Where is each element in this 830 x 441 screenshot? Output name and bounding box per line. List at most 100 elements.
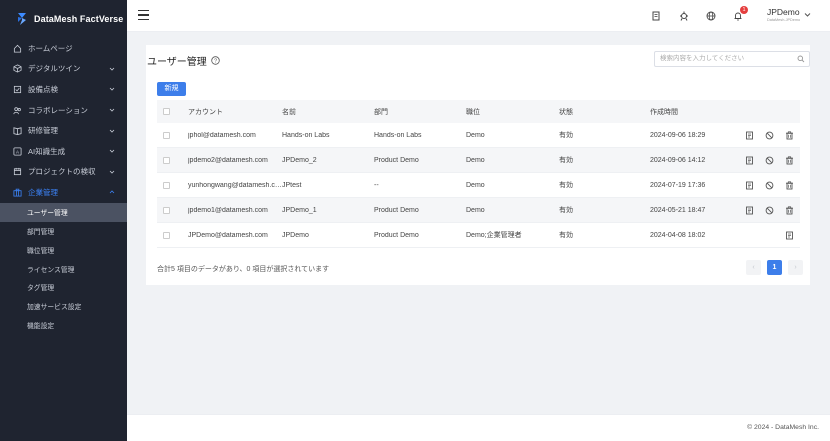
disable-icon[interactable] bbox=[765, 181, 774, 190]
select-all-checkbox[interactable] bbox=[163, 108, 170, 115]
header-checkbox-cell bbox=[157, 108, 188, 115]
edit-icon[interactable] bbox=[745, 156, 754, 165]
page-1-button[interactable]: 1 bbox=[767, 260, 782, 275]
delete-icon[interactable] bbox=[785, 155, 794, 165]
row-checkbox[interactable] bbox=[163, 206, 170, 214]
cell-name: Hands-on Labs bbox=[282, 131, 330, 139]
sidebar-item-1[interactable]: ホームページ bbox=[0, 38, 127, 59]
ai-icon: A bbox=[12, 146, 22, 156]
submenu-item-1[interactable]: ユーザー管理 bbox=[0, 202, 127, 222]
submenu-item-4[interactable]: ライセンス管理 bbox=[0, 259, 127, 278]
submenu-item-6[interactable]: 加速サービス設定 bbox=[0, 297, 127, 316]
sidebar-item-label: ホームページ bbox=[28, 43, 73, 53]
chevron-down-icon bbox=[109, 170, 115, 174]
menu-toggle-icon[interactable] bbox=[138, 10, 149, 20]
search-icon[interactable] bbox=[797, 55, 805, 63]
top-header: 1 JPDemo DataMesh-JPDemo bbox=[127, 0, 830, 32]
sidebar-submenu: ユーザー管理 部門管理 職位管理 ライセンス管理 タグ管理 加速サービス設定 機能設定 bbox=[0, 202, 127, 335]
help-icon[interactable]: ? bbox=[211, 56, 220, 65]
row-checkbox[interactable] bbox=[163, 181, 170, 189]
new-user-button[interactable]: 新規 bbox=[157, 82, 186, 96]
table-row: jphol@datamesh.com Hands-on Labs Hands-on … bbox=[157, 123, 800, 148]
row-checkbox-cell bbox=[157, 206, 188, 214]
svg-text:?: ? bbox=[214, 59, 217, 65]
sidebar-item-7[interactable]: プロジェクトの検収 bbox=[0, 162, 127, 183]
user-management-card: ユーザー管理 ? 検索内容を入力してください 新規 アカウント 名前 部門 職位… bbox=[146, 45, 810, 285]
table-row: JPDemo@datamesh.com JPDemo Product Demo Dem… bbox=[157, 223, 800, 248]
row-checkbox-cell bbox=[157, 131, 188, 139]
row-actions bbox=[742, 130, 800, 140]
edit-icon[interactable] bbox=[785, 231, 794, 240]
table-body: jphol@datamesh.com Hands-on Labs Hands-on … bbox=[157, 123, 800, 248]
cell-name: JPDemo bbox=[282, 231, 309, 239]
cell-pos: Demo bbox=[466, 206, 485, 214]
pagination: ‹ 1 › bbox=[746, 260, 803, 275]
submenu-item-7[interactable]: 機能設定 bbox=[0, 316, 127, 335]
users-icon bbox=[12, 105, 22, 115]
sidebar-item-3[interactable]: 設備点検 bbox=[0, 79, 127, 100]
chevron-down-icon bbox=[109, 88, 115, 92]
submenu-item-2[interactable]: 部門管理 bbox=[0, 222, 127, 241]
sidebar-item-5[interactable]: 研修管理 bbox=[0, 120, 127, 141]
cell-state: 有効 bbox=[559, 207, 573, 214]
delete-icon[interactable] bbox=[785, 205, 794, 215]
row-checkbox[interactable] bbox=[163, 231, 170, 239]
chevron-down-icon bbox=[109, 108, 115, 112]
sidebar-item-label: プロジェクトの検収 bbox=[28, 167, 96, 177]
globe-icon[interactable] bbox=[706, 11, 716, 21]
column-header-created-time: 作成時間 bbox=[650, 108, 678, 116]
submenu-item-5[interactable]: タグ管理 bbox=[0, 278, 127, 297]
cell-state: 有効 bbox=[559, 182, 573, 189]
edit-icon[interactable] bbox=[745, 206, 754, 215]
chevron-down-icon[interactable] bbox=[804, 11, 811, 18]
sidebar-item-label: 企業管理 bbox=[28, 187, 58, 197]
disable-icon[interactable] bbox=[765, 131, 774, 140]
user-name: JPDemo bbox=[767, 7, 800, 17]
table-row: yunhongwang@datamesh.com JPtest -- Demo 有効 20… bbox=[157, 173, 800, 198]
sidebar-menu: ホームページデジタルツイン 設備点検 コラボレーション研修管理 A AI知識生成プロジェ… bbox=[0, 38, 127, 203]
table-row: jpdemo1@datamesh.com JPDemo_1 Product Demo… bbox=[157, 198, 800, 223]
search-placeholder: 検索内容を入力してください bbox=[660, 55, 745, 62]
brand-name: DataMesh FactVerse bbox=[34, 14, 124, 24]
edit-icon[interactable] bbox=[745, 131, 754, 140]
sidebar-item-2[interactable]: デジタルツイン bbox=[0, 59, 127, 80]
cell-account: yunhongwang@datamesh.com bbox=[188, 181, 282, 189]
row-checkbox[interactable] bbox=[163, 156, 170, 164]
delete-icon[interactable] bbox=[785, 180, 794, 190]
cell-state: 有効 bbox=[559, 132, 573, 139]
selection-summary: 合計5 項目のデータがあり、0 項目が選択されています bbox=[157, 266, 330, 273]
cell-account: jpdemo1@datamesh.com bbox=[188, 206, 268, 214]
next-page-button[interactable]: › bbox=[788, 260, 803, 275]
delete-icon[interactable] bbox=[785, 130, 794, 140]
robot-icon[interactable] bbox=[679, 11, 689, 21]
page-title: ユーザー管理 bbox=[147, 57, 207, 68]
disable-icon[interactable] bbox=[765, 206, 774, 215]
disable-icon[interactable] bbox=[765, 156, 774, 165]
document-icon[interactable] bbox=[651, 11, 661, 21]
prev-page-button[interactable]: ‹ bbox=[746, 260, 761, 275]
row-checkbox[interactable] bbox=[163, 131, 170, 139]
column-header-state: 状態 bbox=[559, 108, 573, 116]
book-icon bbox=[12, 126, 22, 136]
cell-dept: Product Demo bbox=[374, 206, 419, 214]
sidebar-item-6[interactable]: A AI知識生成 bbox=[0, 141, 127, 162]
home-icon bbox=[12, 43, 22, 53]
datamesh-logo-icon bbox=[18, 13, 26, 25]
cell-state: 有効 bbox=[559, 157, 573, 164]
notification-badge: 1 bbox=[740, 6, 748, 14]
sidebar-item-4[interactable]: コラボレーション bbox=[0, 100, 127, 121]
user-menu[interactable]: JPDemo DataMesh-JPDemo bbox=[767, 7, 827, 22]
sidebar-item-label: 研修管理 bbox=[28, 126, 58, 136]
edit-icon[interactable] bbox=[745, 181, 754, 190]
search-input[interactable]: 検索内容を入力してください bbox=[654, 51, 810, 67]
cell-state: 有効 bbox=[559, 232, 573, 239]
submenu-item-3[interactable]: 職位管理 bbox=[0, 240, 127, 259]
copyright: © 2024 - DataMesh Inc. bbox=[747, 424, 819, 431]
cell-name: JPtest bbox=[282, 181, 302, 189]
row-actions bbox=[742, 180, 800, 190]
brand[interactable]: DataMesh FactVerse bbox=[0, 0, 127, 38]
cell-account: JPDemo@datamesh.com bbox=[188, 231, 268, 239]
cell-dept: Product Demo bbox=[374, 231, 419, 239]
cell-name: JPDemo_2 bbox=[282, 156, 317, 164]
sidebar-item-8[interactable]: 企業管理 bbox=[0, 182, 127, 203]
